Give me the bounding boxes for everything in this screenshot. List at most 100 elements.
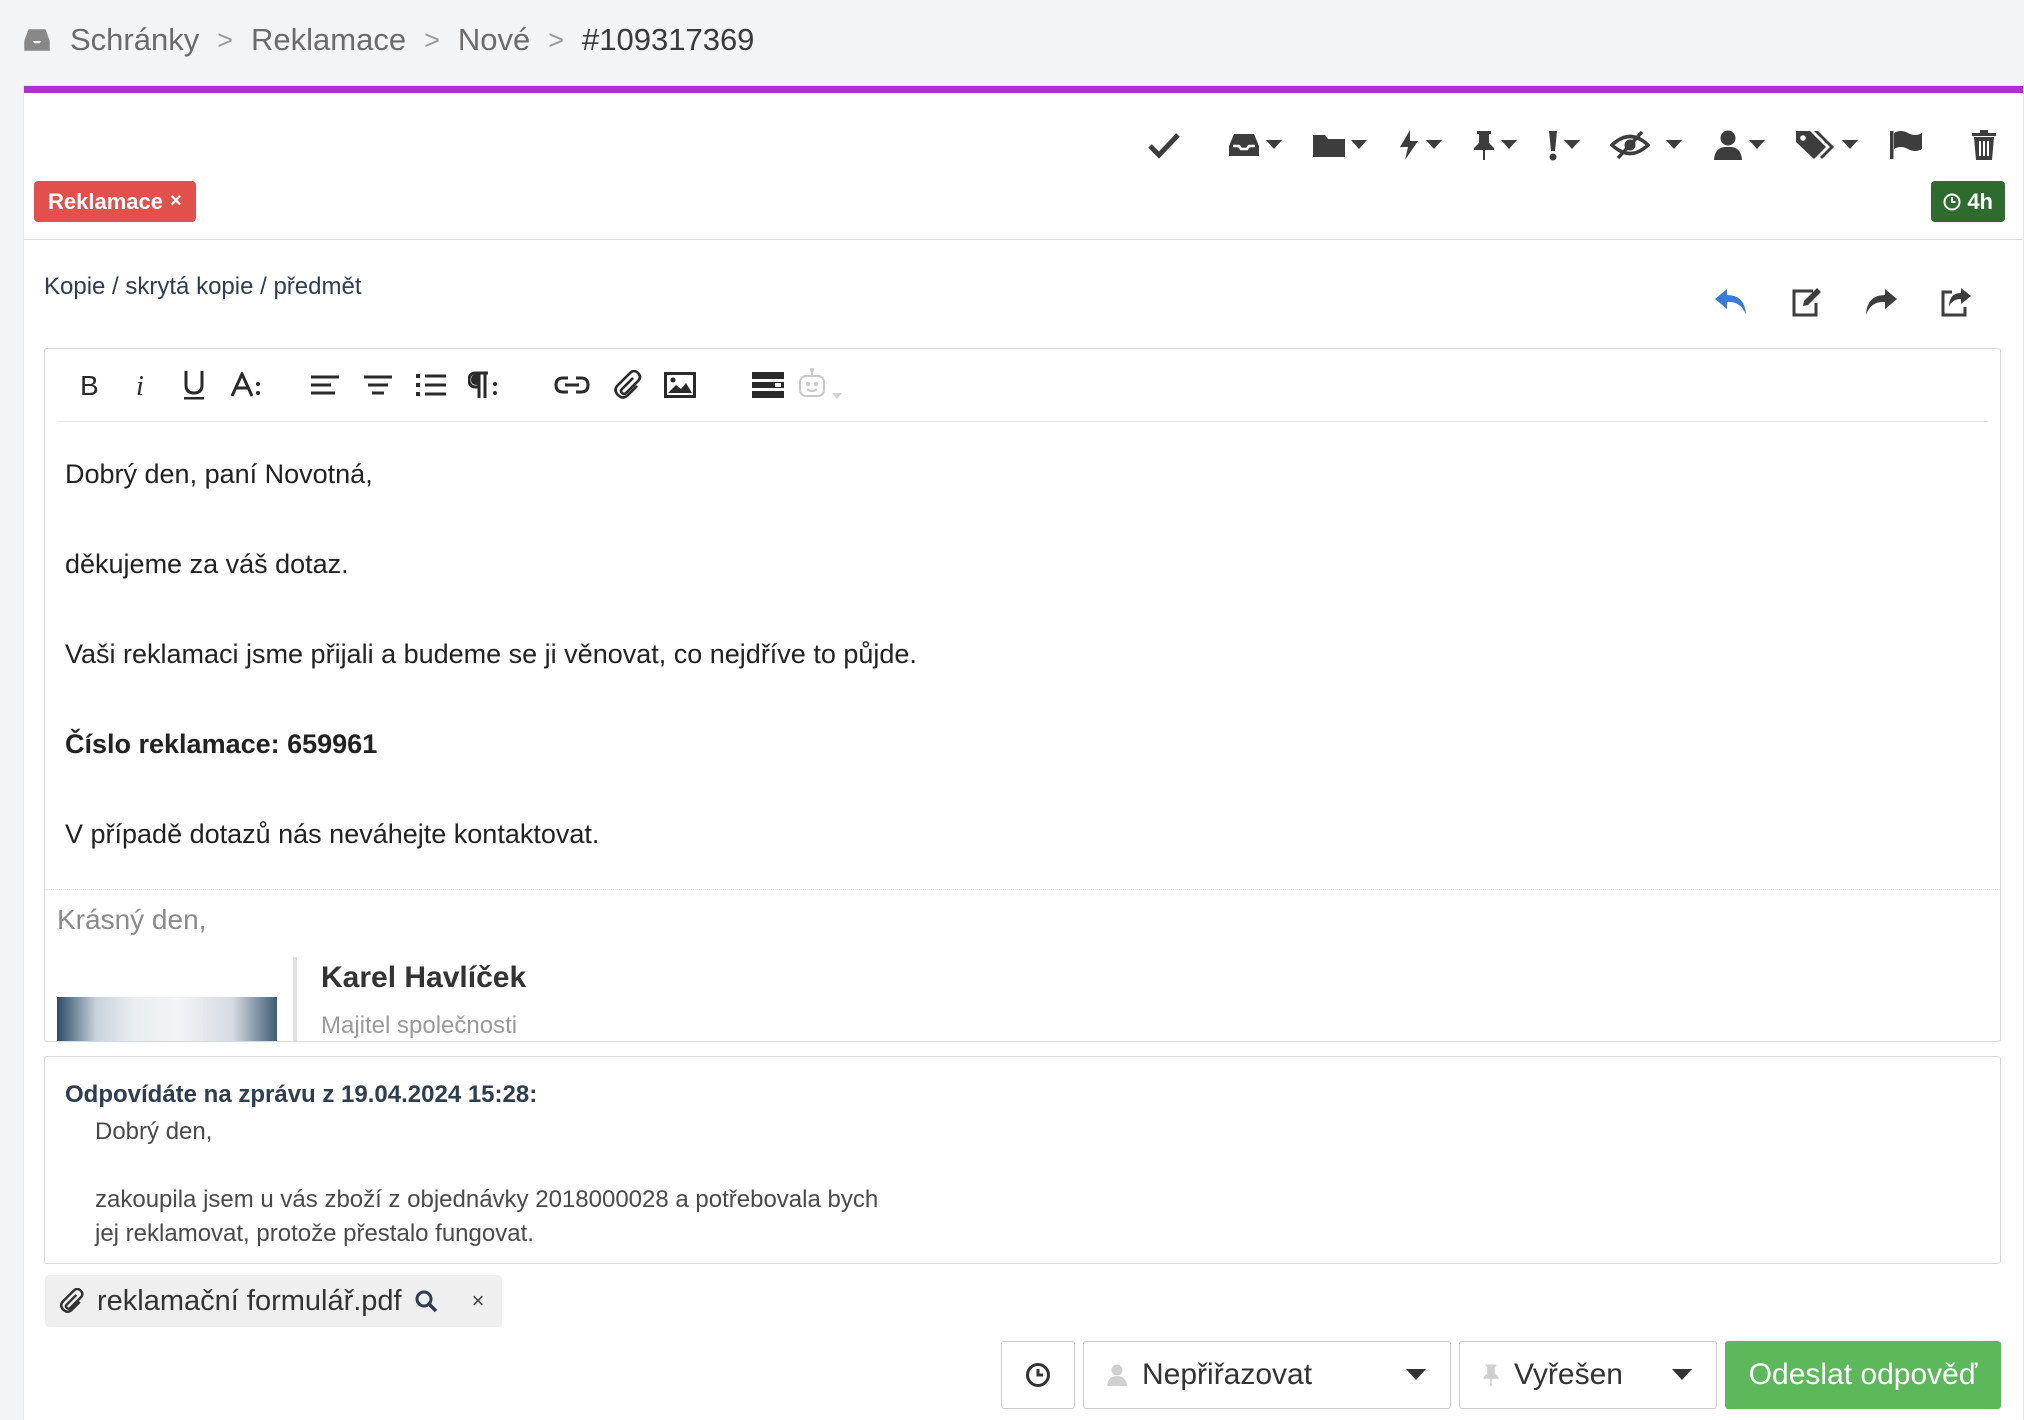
align-left-button[interactable] <box>299 361 351 409</box>
font-size-button[interactable] <box>221 361 273 409</box>
reply-editor[interactable]: B i Dobrý den, paní Novotná, děkujeme za… <box>44 348 2001 1042</box>
schedule-send-button[interactable] <box>1001 1341 1075 1409</box>
resolve-button[interactable] <box>1138 117 1190 173</box>
breadcrumb: Schránky > Reklamace > Nové > #109317369 <box>22 18 754 62</box>
svg-text:B: B <box>80 372 99 398</box>
quoted-message: Odpovídáte na zprávu z 19.04.2024 15:28:… <box>44 1056 2001 1264</box>
reply-button[interactable] <box>1693 279 1768 325</box>
chevron-down-icon <box>1426 140 1442 149</box>
signature-photo <box>57 997 277 1041</box>
user-icon <box>1107 1364 1127 1386</box>
italic-button[interactable]: i <box>115 361 167 409</box>
chevron-down-icon <box>1672 1369 1692 1380</box>
signature-name: Karel Havlíček <box>321 961 527 994</box>
insert-image-button[interactable] <box>654 361 706 409</box>
breadcrumb-item-inboxes[interactable]: Schránky <box>70 22 199 58</box>
note-button[interactable] <box>1768 279 1843 325</box>
font-size-icon <box>231 372 260 397</box>
move-inbox-button[interactable] <box>1218 117 1291 173</box>
underline-icon <box>184 371 204 400</box>
send-bar: Nepřiřazovat Vyřešen Odeslat odpověď <box>1001 1341 2001 1409</box>
underline-button[interactable] <box>168 361 220 409</box>
signature-divider <box>45 889 2000 890</box>
quoted-line: zakoupila jsem u vás zboží z objednávky … <box>95 1186 879 1213</box>
priority-button[interactable] <box>1538 117 1589 173</box>
forward-button[interactable] <box>1843 279 1918 325</box>
time-badge: 4h <box>1931 181 2005 222</box>
chevron-down-icon <box>1351 140 1367 149</box>
eye-slash-icon <box>1610 130 1650 160</box>
flag-button[interactable] <box>1879 117 1933 173</box>
align-center-button[interactable] <box>352 361 404 409</box>
forward-icon <box>1865 289 1897 315</box>
chevron-down-icon <box>1266 140 1282 149</box>
pin-button[interactable] <box>1463 117 1526 173</box>
share-button[interactable] <box>1918 279 1993 325</box>
link-button[interactable] <box>546 361 598 409</box>
toolbar-divider <box>57 421 1988 422</box>
visibility-button[interactable] <box>1601 117 1691 173</box>
tag-remove-button[interactable]: × <box>170 190 182 213</box>
exclamation-icon <box>1549 131 1557 161</box>
attachment-remove-button[interactable]: × <box>472 1288 485 1314</box>
paragraph-button[interactable] <box>458 361 510 409</box>
body-line: Vaši reklamaci jsme přijali a budeme se … <box>65 639 917 669</box>
status-select-value: Vyřešen <box>1514 1358 1623 1391</box>
search-icon[interactable] <box>414 1289 438 1313</box>
assign-select-value: Nepřiřazovat <box>1142 1358 1313 1391</box>
body-line-complaint-number: Číslo reklamace: 659961 <box>65 729 378 759</box>
chevron-down-icon <box>1749 140 1765 149</box>
breadcrumb-separator: > <box>217 24 234 55</box>
inbox-icon <box>24 29 50 51</box>
tags-button[interactable] <box>1786 117 1867 173</box>
body-line: děkujeme za váš dotaz. <box>65 549 349 579</box>
assign-select[interactable]: Nepřiřazovat <box>1083 1341 1451 1409</box>
ai-assistant-button[interactable] <box>795 361 847 409</box>
quoted-message-header: Odpovídáte na zprávu z 19.04.2024 15:28: <box>65 1081 538 1108</box>
breadcrumb-item-complaints[interactable]: Reklamace <box>251 22 406 58</box>
folder-icon <box>1313 135 1345 157</box>
pin-icon <box>1483 1364 1499 1387</box>
attach-file-button[interactable] <box>602 361 654 409</box>
breadcrumb-item-new[interactable]: Nové <box>458 22 530 58</box>
templates-button[interactable] <box>742 361 794 409</box>
status-select[interactable]: Vyřešen <box>1459 1341 1717 1409</box>
attachment-chip: reklamační formulář.pdf × <box>45 1275 503 1327</box>
message-body[interactable]: Dobrý den, paní Novotná, děkujeme za váš… <box>65 454 1980 904</box>
edit-icon <box>1792 288 1821 317</box>
chevron-down-icon <box>1406 1369 1426 1380</box>
breadcrumb-item-ticket-id: #109317369 <box>582 22 755 57</box>
bolt-icon <box>1400 130 1418 160</box>
template-icon <box>752 372 784 398</box>
tag-label: Reklamace <box>48 188 163 214</box>
ai-assistant-icon <box>799 368 842 399</box>
ordered-list-button[interactable] <box>405 361 457 409</box>
bold-button[interactable]: B <box>63 361 115 409</box>
delete-button[interactable] <box>1961 117 2007 173</box>
move-folder-button[interactable] <box>1303 117 1376 173</box>
automation-button[interactable] <box>1388 117 1451 173</box>
chevron-down-icon <box>1666 140 1682 149</box>
send-reply-button[interactable]: Odeslat odpověď <box>1725 1341 2001 1409</box>
chevron-down-icon <box>1501 140 1517 149</box>
body-line: V případě dotazů nás neváhejte kontaktov… <box>65 819 600 849</box>
link-icon <box>554 376 590 394</box>
body-line: Dobrý den, paní Novotná, <box>65 459 373 489</box>
cc-bcc-subject-link[interactable]: Kopie / skrytá kopie / předmět <box>44 273 361 301</box>
assign-user-button[interactable] <box>1703 117 1774 173</box>
reply-icon <box>1714 289 1746 315</box>
attachment-filename[interactable]: reklamační formulář.pdf <box>97 1285 402 1318</box>
trash-icon <box>1972 130 1996 160</box>
flag-icon <box>1890 131 1922 159</box>
reply-mode-actions <box>1693 279 1993 325</box>
quoted-line: Dobrý den, <box>95 1118 213 1145</box>
ticket-toolbar <box>1126 117 2023 173</box>
align-center-icon <box>364 375 392 395</box>
editor-toolbar: B i <box>45 349 2000 421</box>
paperclip-icon <box>59 1288 84 1314</box>
tag-chip[interactable]: Reklamace × <box>34 181 196 222</box>
header-divider <box>24 239 2023 240</box>
quoted-line <box>95 1149 878 1183</box>
italic-icon: i <box>136 372 144 398</box>
signature-bar <box>293 957 297 1041</box>
